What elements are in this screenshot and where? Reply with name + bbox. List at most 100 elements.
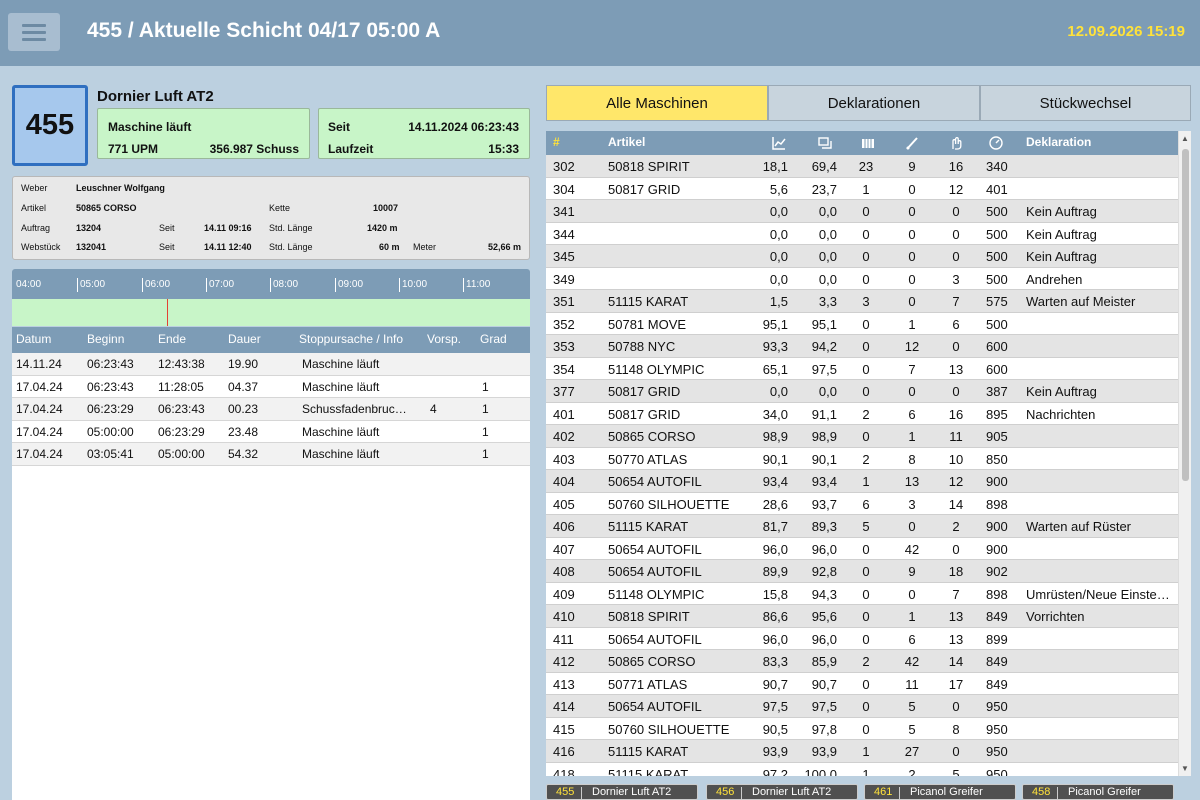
col-grad[interactable]: Grad — [480, 332, 507, 346]
machine-row[interactable]: 304 50817 GRID 5,6 23,7 1 0 12 401 — [546, 178, 1191, 200]
log-row[interactable]: 17.04.24 05:00:00 06:23:29 23.48 Maschine lä… — [12, 421, 530, 443]
machine-row[interactable]: 402 50865 CORSO 98,9 98,9 0 1 11 905 — [546, 425, 1191, 448]
log-duration: 23.48 — [228, 424, 259, 439]
scroll-thumb[interactable] — [1182, 149, 1189, 481]
cell-production: 97,5 — [811, 361, 837, 377]
cell-weft-stops: 0 — [908, 271, 916, 287]
machine-row[interactable]: 401 50817 GRID 34,0 91,1 2 6 16 895 Nachrichten — [546, 403, 1191, 425]
cell-artikel: 50654 AUTOFIL — [608, 541, 702, 557]
log-grad: 1 — [482, 424, 489, 439]
cell-speed: 340 — [986, 159, 1008, 174]
col-ende[interactable]: Ende — [158, 332, 186, 346]
machine-row[interactable]: 341 0,0 0,0 0 0 0 500 Kein Auftrag — [546, 200, 1191, 223]
machine-row[interactable]: 413 50771 ATLAS 90,7 90,7 0 11 17 849 — [546, 673, 1191, 695]
machine-row[interactable]: 352 50781 MOVE 95,1 95,1 0 1 6 500 — [546, 313, 1191, 335]
cell-machine-number: 407 — [553, 541, 575, 557]
log-row[interactable]: 17.04.24 06:23:43 11:28:05 04.37 Maschine lä… — [12, 376, 530, 398]
col-number[interactable]: # — [553, 135, 560, 149]
hamburger-icon[interactable] — [8, 13, 60, 51]
cell-artikel: 50654 AUTOFIL — [608, 699, 702, 714]
machine-row[interactable]: 405 50760 SILHOUETTE 28,6 93,7 6 3 14 898 — [546, 493, 1191, 515]
kette-value: 10007 — [373, 203, 399, 213]
machine-row[interactable]: 416 51115 KARAT 93,9 93,9 1 27 0 950 — [546, 740, 1191, 763]
machine-row[interactable]: 349 0,0 0,0 0 0 3 500 Andrehen — [546, 268, 1191, 290]
table-scrollbar[interactable]: ▲ ▼ — [1178, 131, 1191, 776]
machine-row[interactable]: 418 51115 KARAT 97,2 100,0 1 2 5 950 — [546, 763, 1191, 777]
production-icon[interactable] — [817, 135, 833, 151]
machine-row[interactable]: 403 50770 ATLAS 90,1 90,1 2 8 10 850 — [546, 448, 1191, 470]
col-datum[interactable]: Datum — [16, 332, 51, 346]
efficiency-chart-icon[interactable] — [771, 135, 787, 151]
machine-row[interactable]: 408 50654 AUTOFIL 89,9 92,8 0 9 18 902 — [546, 560, 1191, 583]
tab-stueckwechsel[interactable]: Stückwechsel — [980, 85, 1191, 121]
tab-deklarationen[interactable]: Deklarationen — [768, 85, 980, 121]
machine-row[interactable]: 414 50654 AUTOFIL 97,5 97,5 0 5 0 950 — [546, 695, 1191, 718]
cell-warp-stops: 0 — [862, 339, 870, 354]
auftrag-label: Auftrag — [21, 223, 51, 233]
cell-production: 0,0 — [818, 204, 837, 219]
machine-row[interactable]: 345 0,0 0,0 0 0 0 500 Kein Auftrag — [546, 245, 1191, 268]
cell-production: 0,0 — [818, 271, 837, 287]
speed-icon[interactable] — [988, 135, 1004, 151]
cell-machine-number: 411 — [553, 631, 574, 647]
webstueck-seit-label: Seit — [159, 242, 175, 252]
cell-warp-stops: 0 — [862, 226, 870, 242]
machine-row[interactable]: 404 50654 AUTOFIL 93,4 93,4 1 13 12 900 — [546, 470, 1191, 493]
cell-weft-stops: 3 — [908, 496, 916, 512]
tab-alle-maschinen[interactable]: Alle Maschinen — [546, 85, 768, 121]
log-duration: 00.23 — [228, 402, 259, 416]
col-vorsp[interactable]: Vorsp. — [427, 332, 461, 346]
cell-artikel: 51115 KARAT — [608, 294, 689, 309]
col-stoppursache[interactable]: Stoppursache / Info — [299, 332, 403, 346]
machine-row[interactable]: 411 50654 AUTOFIL 96,0 96,0 0 6 13 899 — [546, 628, 1191, 650]
cell-weft-stops: 0 — [908, 204, 916, 219]
cell-warp-stops: 1 — [862, 744, 870, 759]
machine-row[interactable]: 353 50788 NYC 93,3 94,2 0 12 0 600 — [546, 335, 1191, 358]
machine-row[interactable]: 344 0,0 0,0 0 0 0 500 Kein Auftrag — [546, 223, 1191, 245]
log-row[interactable]: 17.04.24 03:05:41 05:00:00 54.32 Maschine lä… — [12, 443, 530, 466]
col-dauer[interactable]: Dauer — [228, 332, 261, 346]
machine-tile[interactable]: 455 Dornier Luft AT2 — [546, 784, 698, 800]
cell-deklaration: Nachrichten — [1026, 406, 1096, 422]
machine-row[interactable]: 351 51115 KARAT 1,5 3,3 3 0 7 575 Warten auf Mei… — [546, 290, 1191, 313]
machine-row[interactable]: 406 51115 KARAT 81,7 89,3 5 0 2 900 Warten auf R… — [546, 515, 1191, 538]
machine-row[interactable]: 412 50865 CORSO 83,3 85,9 2 42 14 849 — [546, 650, 1191, 673]
cell-hand-stops: 16 — [948, 159, 964, 174]
machine-row[interactable]: 409 51148 OLYMPIC 15,8 94,3 0 0 7 898 Umrüsten/N… — [546, 583, 1191, 605]
col-deklaration[interactable]: Deklaration — [1026, 135, 1091, 149]
cell-machine-number: 352 — [553, 316, 575, 332]
machine-row[interactable]: 407 50654 AUTOFIL 96,0 96,0 0 42 0 900 — [546, 538, 1191, 560]
col-artikel[interactable]: Artikel — [608, 135, 645, 149]
warp-beam-icon[interactable] — [860, 135, 876, 151]
cell-artikel: 50788 NYC — [608, 339, 676, 354]
webstueck-seit-value: 14.11 12:40 — [204, 242, 252, 252]
timeline-tick: 08:00 — [270, 278, 298, 292]
machine-tile[interactable]: 461 Picanol Greifer — [864, 784, 1016, 800]
cell-artikel: 50654 AUTOFIL — [608, 474, 702, 489]
cell-machine-number: 415 — [553, 721, 575, 737]
cell-deklaration: Warten auf Meister — [1026, 294, 1136, 309]
cell-speed: 401 — [986, 181, 1008, 197]
log-grad: 1 — [482, 447, 489, 461]
machine-row[interactable]: 354 51148 OLYMPIC 65,1 97,5 0 7 13 600 — [546, 358, 1191, 380]
cell-weft-stops: 0 — [908, 226, 916, 242]
machine-number-tile[interactable]: 455 — [12, 85, 88, 166]
machine-row[interactable]: 415 50760 SILHOUETTE 90,5 97,8 0 5 8 950 — [546, 718, 1191, 740]
log-row[interactable]: 17.04.24 06:23:29 06:23:43 00.23 Schussfaden… — [12, 398, 530, 421]
log-row[interactable]: 14.11.24 06:23:43 12:43:38 19.90 Maschine lä… — [12, 353, 530, 376]
machine-tile[interactable]: 456 Dornier Luft AT2 — [706, 784, 858, 800]
machine-row[interactable]: 410 50818 SPIRIT 86,6 95,6 0 1 13 849 Vorrichten — [546, 605, 1191, 628]
machine-tile[interactable]: 458 Picanol Greifer — [1022, 784, 1174, 800]
cell-hand-stops: 7 — [952, 586, 960, 602]
warp-break-icon[interactable] — [948, 135, 964, 151]
weft-break-icon[interactable] — [904, 135, 920, 151]
machine-row[interactable]: 302 50818 SPIRIT 18,1 69,4 23 9 16 340 — [546, 155, 1191, 178]
cell-warp-stops: 0 — [862, 204, 870, 219]
cell-production: 3,3 — [818, 294, 837, 309]
machine-table: # Artikel Deklaration 302 50818 SPIRIT 18,… — [546, 131, 1191, 776]
col-beginn[interactable]: Beginn — [87, 332, 124, 346]
machine-row[interactable]: 377 50817 GRID 0,0 0,0 0 0 0 387 Kein Auftrag — [546, 380, 1191, 403]
cell-speed: 500 — [986, 316, 1008, 332]
scroll-up-icon[interactable]: ▲ — [1181, 134, 1189, 143]
scroll-down-icon[interactable]: ▼ — [1181, 764, 1189, 773]
